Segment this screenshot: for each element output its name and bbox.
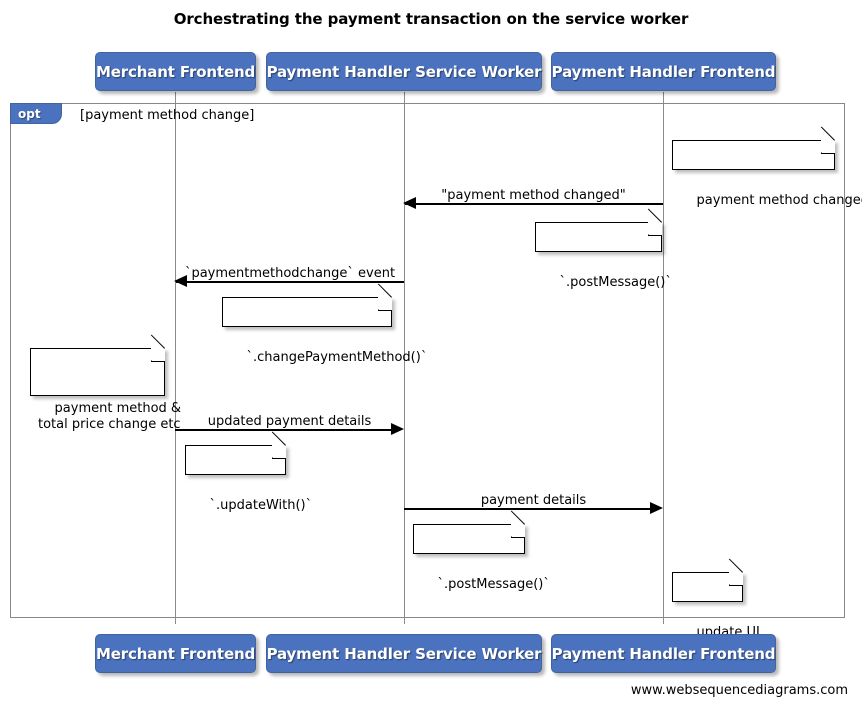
note-payment-method-total-price: payment method & total price change etc [30,334,181,432]
note-post-message-1: `.postMessage()` [535,208,672,290]
actor-label: Payment Handler Frontend [551,644,776,663]
actor-label: Payment Handler Frontend [551,62,776,81]
arrow-head-left-icon [174,275,187,287]
message-label-updated-payment-details: updated payment details [207,414,372,429]
note-text: `.postMessage()` [437,577,550,592]
arrow-head-right-icon [391,423,404,435]
actor-top-payment-handler-service-worker[interactable]: Payment Handler Service Worker [266,52,542,91]
arrow-head-right-icon [650,502,663,514]
fragment-type-text: opt [18,106,41,121]
note-post-message-2: `.postMessage()` [413,510,550,592]
fragment-guard-condition: [payment method change] [80,108,255,123]
message-line-paymentmethodchange-event [176,281,404,283]
footer-source-url: www.websequencediagrams.com [630,683,848,698]
note-payment-method-changed: payment method changed [672,126,862,208]
actor-bottom-payment-handler-frontend[interactable]: Payment Handler Frontend [551,634,776,673]
note-text: `.updateWith()` [209,498,313,513]
message-line-updated-payment-details [175,429,392,431]
message-line-payment-details [404,508,651,510]
note-text: payment method & total price change etc [38,401,182,432]
note-dogear-icon [821,139,835,154]
actor-label: Payment Handler Service Worker [266,644,542,663]
note-dogear-icon [378,296,392,311]
note-dogear-icon [648,221,662,236]
arrow-head-left-icon [403,197,416,209]
actor-bottom-merchant-frontend[interactable]: Merchant Frontend [95,634,256,673]
message-line-payment-method-changed [405,203,663,205]
message-label-paymentmethodchange-event: `paymentmethodchange` event [184,266,396,281]
note-update-ui: update UI [672,558,760,640]
note-dogear-icon [272,444,286,459]
note-dogear-icon [729,571,743,586]
page-title: Orchestrating the payment transaction on… [173,10,689,28]
message-label-payment-details: payment details [480,493,587,508]
fragment-label-opt: opt [10,103,62,124]
note-dogear-icon [151,347,165,362]
note-change-payment-method: `.changePaymentMethod()` [222,283,427,365]
note-dogear-icon [511,523,525,538]
actor-label: Merchant Frontend [95,62,256,81]
note-text: `.postMessage()` [559,275,672,290]
note-text: `.changePaymentMethod()` [246,350,428,365]
actor-top-payment-handler-frontend[interactable]: Payment Handler Frontend [551,52,776,91]
actor-top-merchant-frontend[interactable]: Merchant Frontend [95,52,256,91]
actor-label: Merchant Frontend [95,644,256,663]
message-label-payment-method-changed: "payment method changed" [441,188,626,203]
sequence-diagram-canvas: Orchestrating the payment transaction on… [0,0,862,710]
actor-label: Payment Handler Service Worker [266,62,542,81]
actor-bottom-payment-handler-service-worker[interactable]: Payment Handler Service Worker [266,634,542,673]
note-text: payment method changed [696,193,862,208]
note-update-with: `.updateWith()` [185,431,312,513]
